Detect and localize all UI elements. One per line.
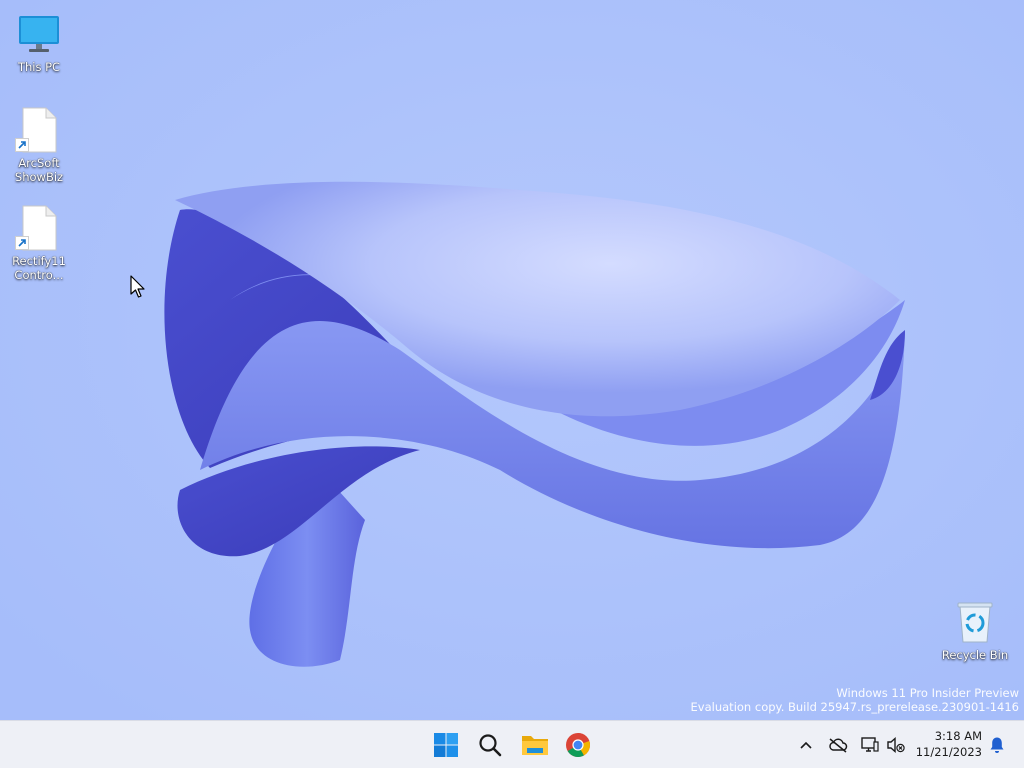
watermark-line-build: Evaluation copy. Build 25947.rs_prerelea… bbox=[690, 700, 1019, 714]
evaluation-watermark: Windows 11 Pro Insider Preview Evaluatio… bbox=[691, 686, 1019, 714]
bell-icon bbox=[990, 737, 1004, 753]
chevron-up-icon bbox=[800, 741, 812, 749]
mouse-pointer-icon bbox=[130, 275, 146, 303]
file-explorer-button[interactable] bbox=[515, 725, 555, 765]
desktop-icon-label: Rectify11 Contro... bbox=[12, 254, 66, 282]
desktop-icon-label: This PC bbox=[17, 60, 61, 74]
desktop-icon-label: ArcSoft ShowBiz bbox=[14, 156, 64, 184]
notifications-button[interactable] bbox=[985, 733, 1009, 757]
file-shortcut-icon bbox=[15, 106, 63, 154]
desktop-icon-this-pc[interactable]: This PC bbox=[1, 10, 77, 74]
show-hidden-icons-button[interactable] bbox=[794, 733, 818, 757]
file-shortcut-icon bbox=[15, 204, 63, 252]
desktop-icon-label: Recycle Bin bbox=[941, 648, 1009, 662]
desktop[interactable]: This PC ArcSoft ShowBiz Rectify11 Contro… bbox=[0, 0, 1024, 720]
desktop-icon-rectify11[interactable]: Rectify11 Contro... bbox=[1, 204, 77, 282]
search-icon bbox=[479, 734, 502, 757]
network-disconnected-icon bbox=[861, 737, 879, 752]
chrome-icon bbox=[566, 733, 591, 758]
recycle-bin-icon bbox=[951, 598, 999, 646]
watermark-line-edition: Windows 11 Pro Insider Preview bbox=[836, 686, 1019, 700]
clock-date: 11/21/2023 bbox=[915, 745, 982, 759]
windows-logo-icon bbox=[434, 733, 458, 757]
start-button[interactable] bbox=[426, 725, 466, 765]
folder-icon bbox=[522, 736, 548, 755]
network-tray-button[interactable] bbox=[858, 733, 882, 757]
monitor-icon bbox=[15, 10, 63, 58]
clock-button[interactable]: 3:18 AM 11/21/2023 bbox=[912, 728, 982, 760]
volume-muted-icon bbox=[887, 736, 905, 754]
chrome-button[interactable] bbox=[558, 725, 598, 765]
cloud-offline-icon bbox=[829, 738, 848, 753]
onedrive-tray-button[interactable] bbox=[826, 733, 850, 757]
bloom-wallpaper bbox=[0, 0, 1024, 720]
desktop-icon-arcsoft-showbiz[interactable]: ArcSoft ShowBiz bbox=[1, 106, 77, 184]
clock-time: 3:18 AM bbox=[934, 729, 982, 743]
shortcut-arrow-icon bbox=[15, 138, 29, 152]
search-button[interactable] bbox=[470, 725, 510, 765]
desktop-icon-recycle-bin[interactable]: Recycle Bin bbox=[937, 598, 1013, 662]
shortcut-arrow-icon bbox=[15, 236, 29, 250]
volume-tray-button[interactable] bbox=[884, 733, 908, 757]
taskbar: 3:18 AM 11/21/2023 bbox=[0, 720, 1024, 768]
